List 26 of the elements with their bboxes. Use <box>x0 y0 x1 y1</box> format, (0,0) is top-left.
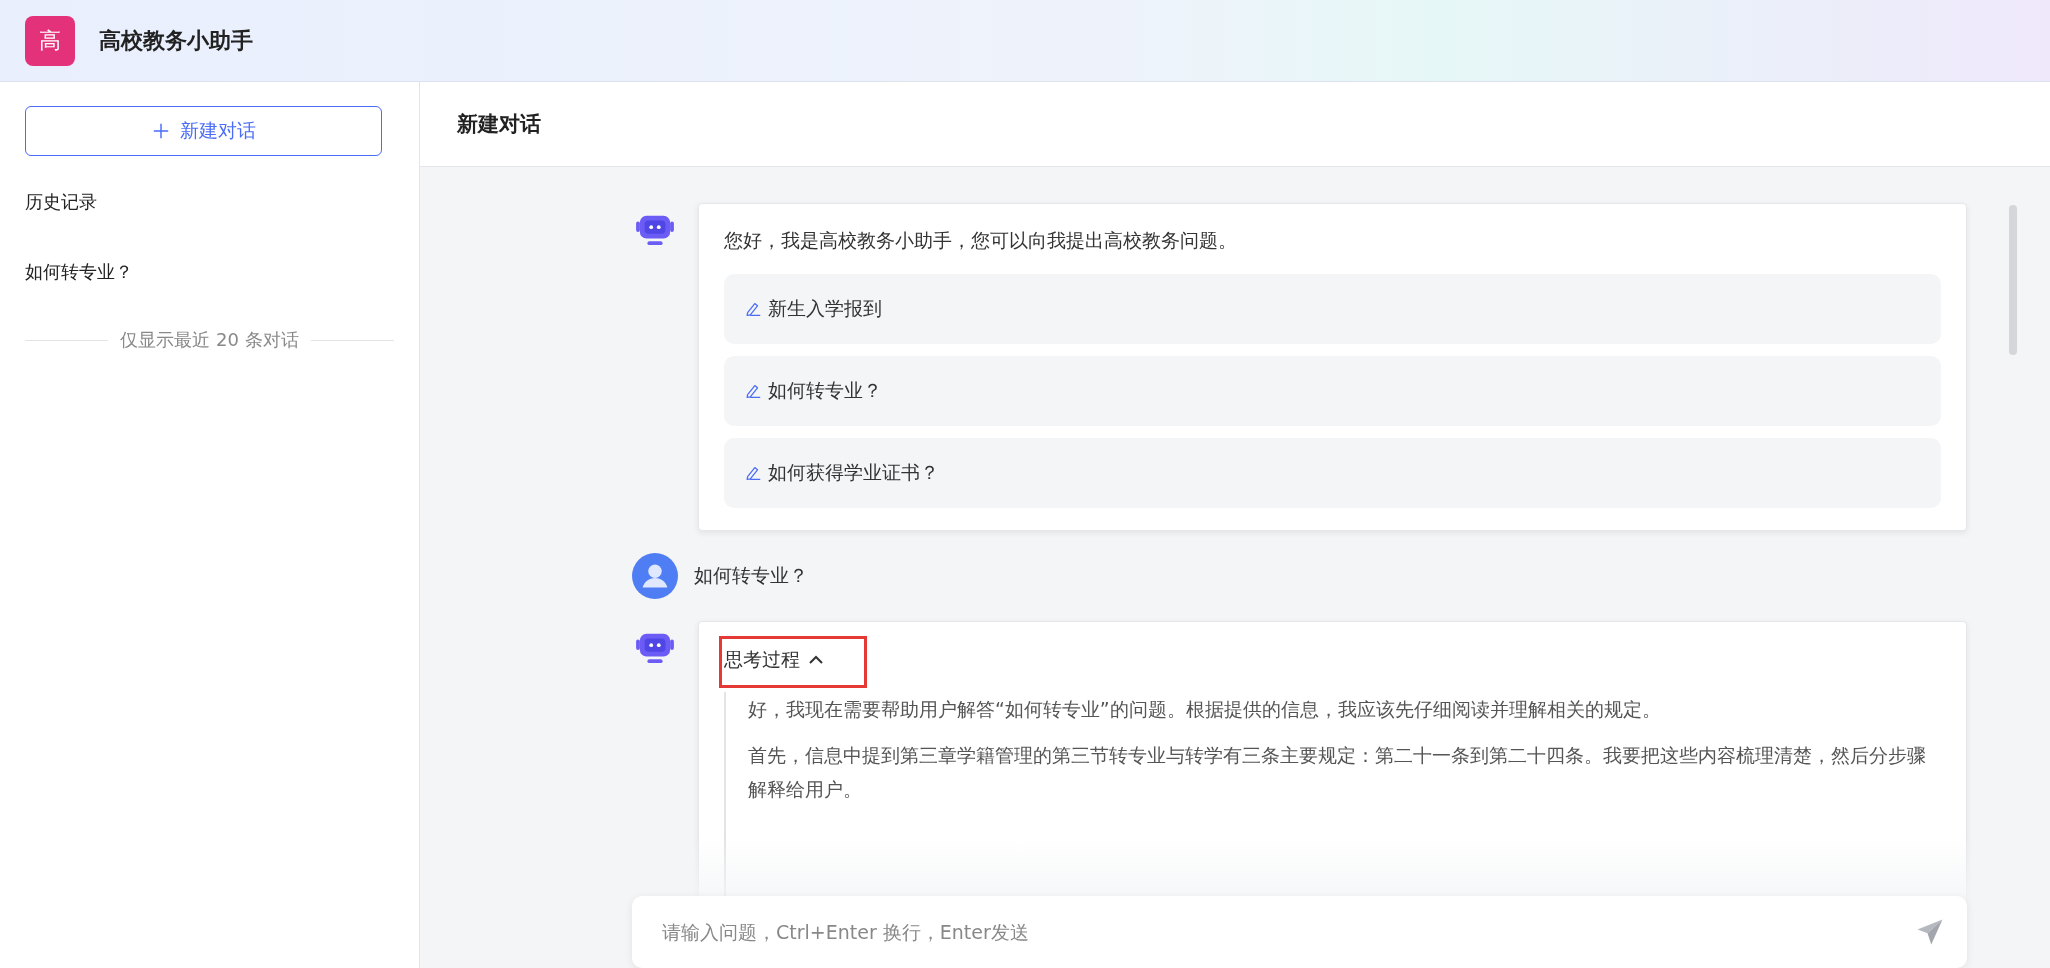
user-avatar-icon <box>632 553 678 599</box>
suggested-question[interactable]: 如何获得学业证书？ <box>724 438 1941 508</box>
thinking-toggle[interactable]: 思考过程 <box>719 636 867 688</box>
send-icon[interactable] <box>1915 917 1945 947</box>
question-input-box[interactable]: 请输入问题，Ctrl+Enter 换行，Enter发送 <box>632 896 1967 968</box>
robot-icon <box>636 213 674 247</box>
plus-icon <box>151 122 170 140</box>
suggested-question[interactable]: 新生入学报到 <box>724 274 1941 344</box>
question-input-field[interactable]: 请输入问题，Ctrl+Enter 换行，Enter发送 <box>660 911 1915 953</box>
scrollbar-thumb[interactable] <box>2009 205 2017 355</box>
robot-icon <box>636 631 674 665</box>
thinking-paragraph: 好，我现在需要帮助用户解答“如何转专业”的问题。根据提供的信息，我应该先仔细阅读并理解相关的规定。 <box>748 697 1662 722</box>
history-item[interactable]: 如何转专业？ <box>25 260 394 284</box>
new-chat-button[interactable]: 新建对话 <box>25 106 382 156</box>
history-label: 历史记录 <box>25 190 98 214</box>
app-title: 高校教务小助手 <box>99 26 253 55</box>
pencil-icon <box>744 382 762 400</box>
app-logo: 高 <box>25 15 75 66</box>
history-limit-note: 仅显示最近 20 条对话 <box>120 328 299 352</box>
conversation-title: 新建对话 <box>457 111 541 138</box>
welcome-text: 您好，我是高校教务小助手，您可以向我提出高校教务问题。 <box>724 228 1238 253</box>
user-message: 如何转专业？ <box>694 563 808 588</box>
thinking-paragraph: 首先，信息中提到第三章学籍管理的第三节转专业与转学有三条主要规定：第二十一条到第二十四条。我要把这些内容梳理清楚，然后分步骤解释给用户。 <box>748 743 1927 802</box>
pencil-icon <box>744 464 762 482</box>
pencil-icon <box>744 300 762 318</box>
suggested-question[interactable]: 如何转专业？ <box>724 356 1941 426</box>
